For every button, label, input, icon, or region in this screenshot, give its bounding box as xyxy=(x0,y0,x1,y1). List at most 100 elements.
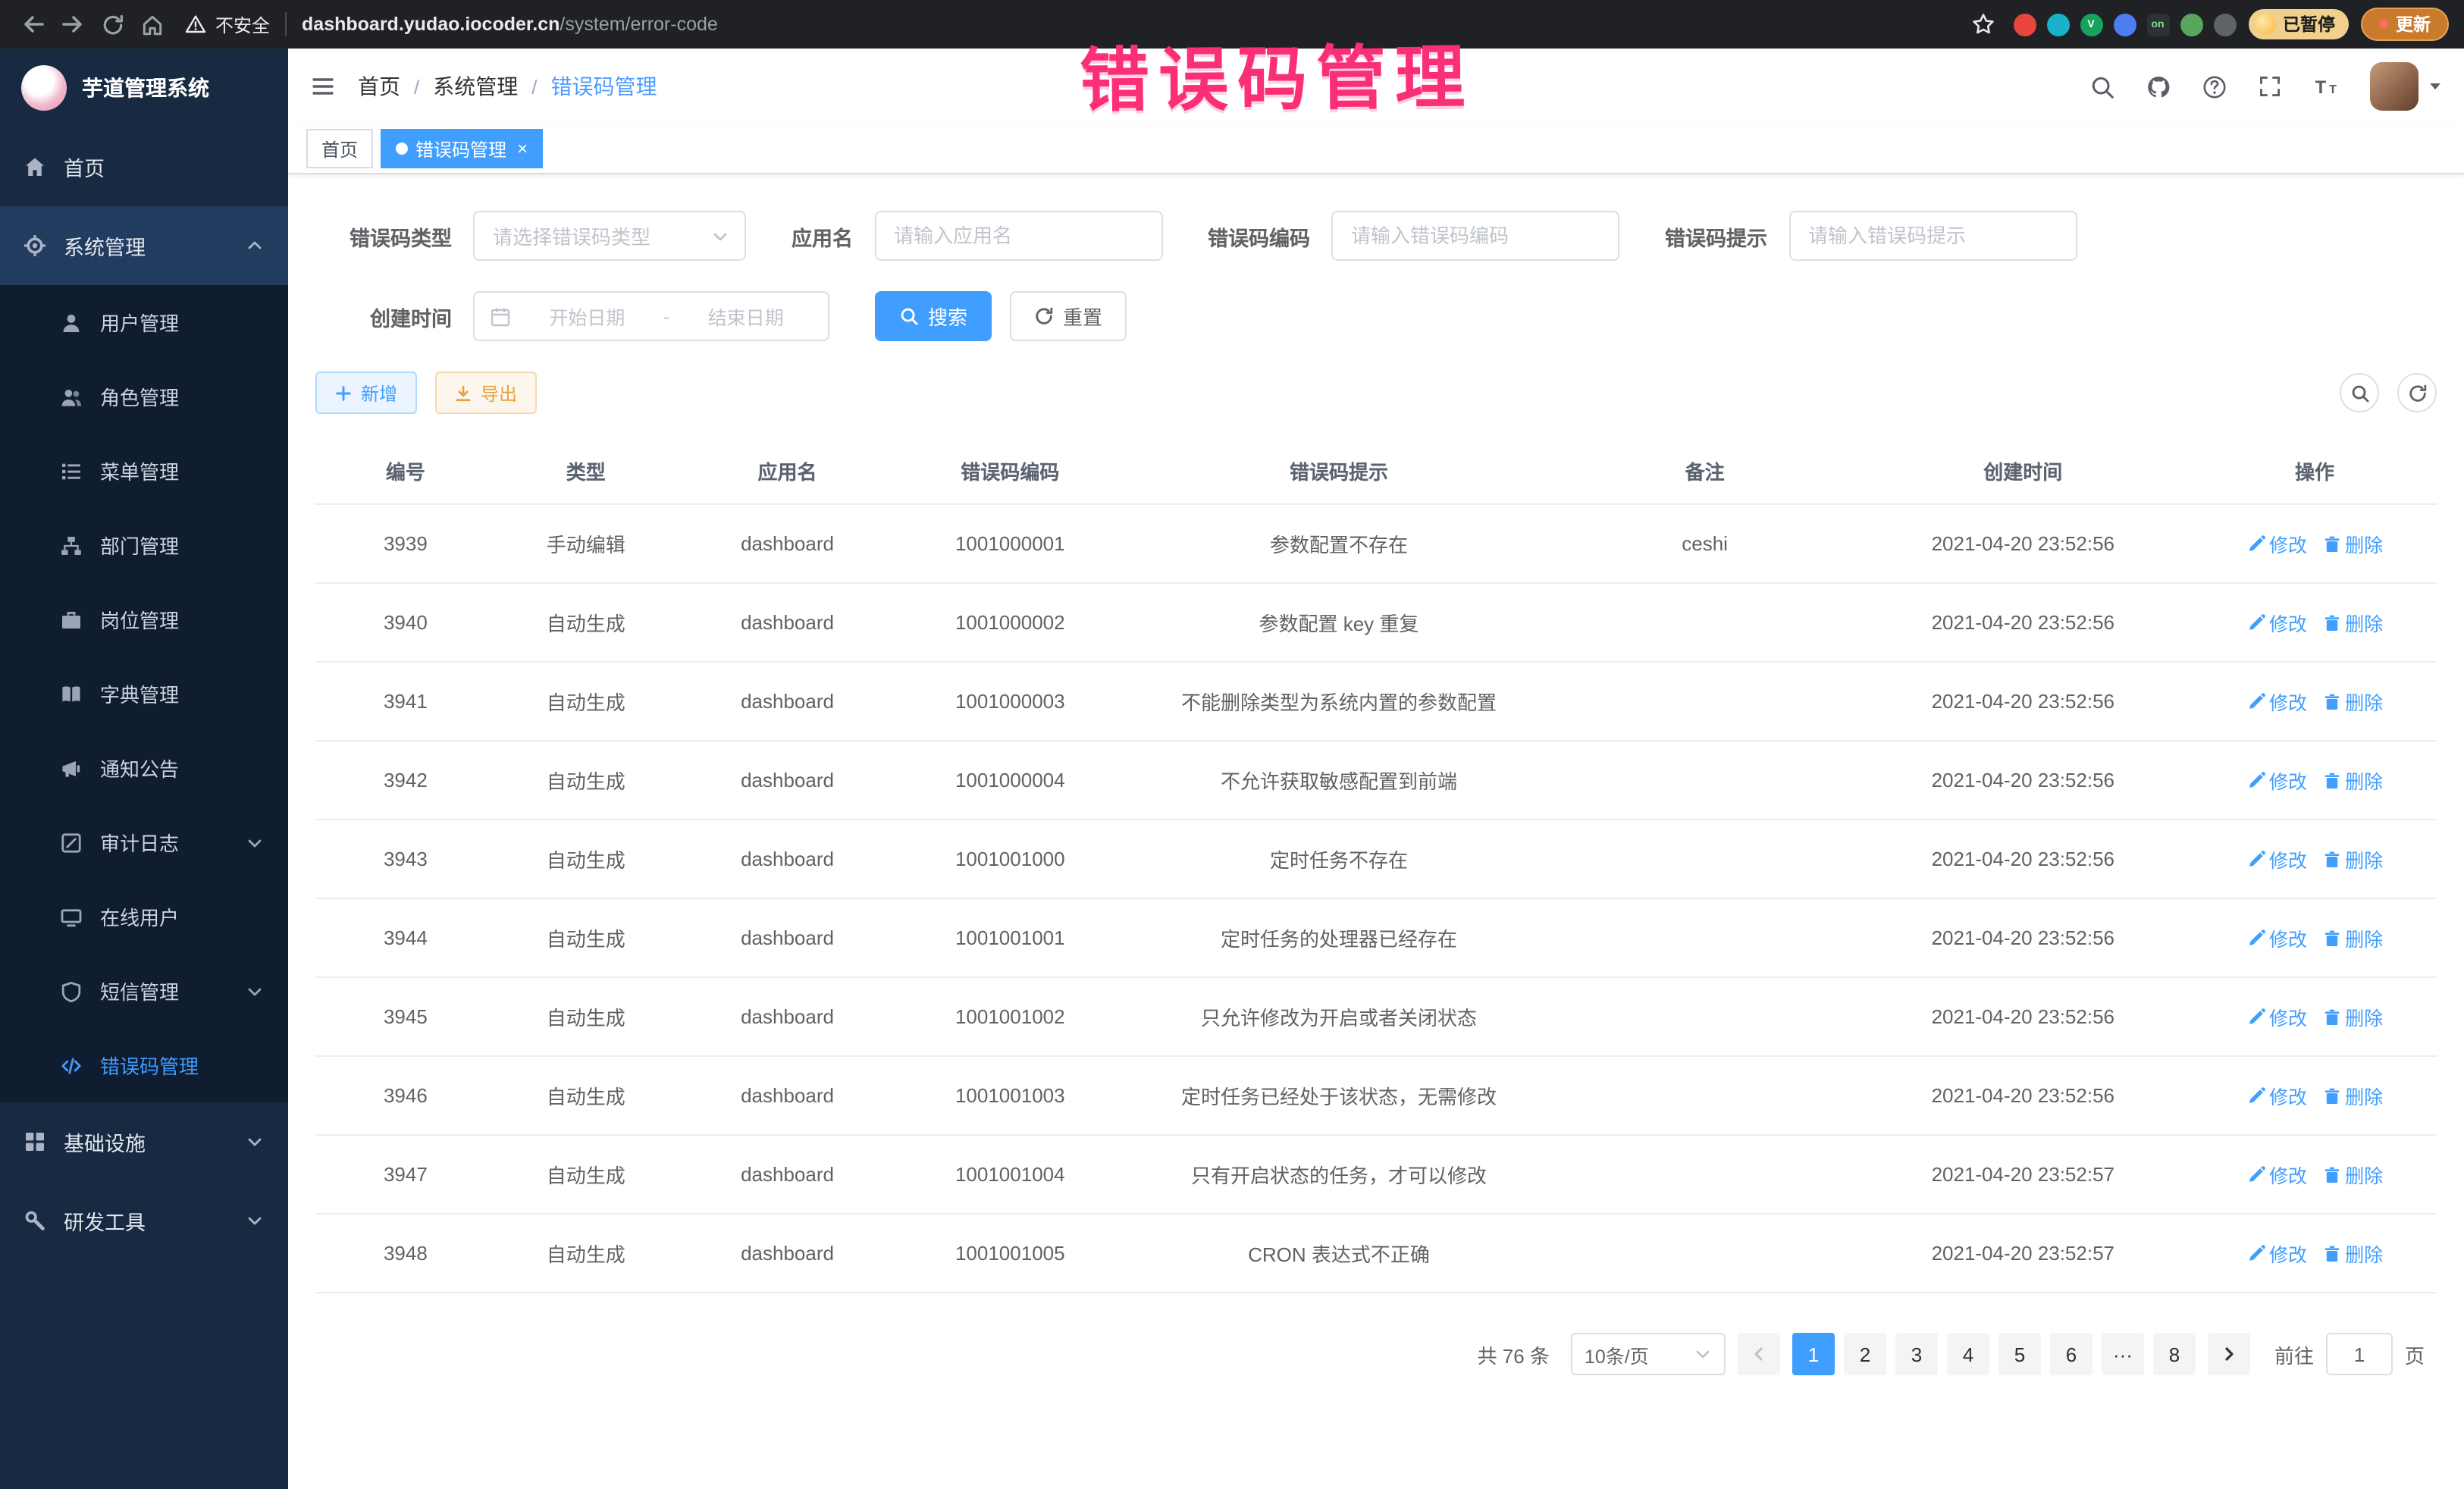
edit-link[interactable]: 修改 xyxy=(2246,1160,2307,1189)
security-indicator[interactable]: 不安全 xyxy=(185,11,270,37)
sidebar-item-home[interactable]: 首页 xyxy=(0,127,288,206)
edit-link[interactable]: 修改 xyxy=(2246,687,2307,716)
edit-link[interactable]: 修改 xyxy=(2246,1239,2307,1268)
ext-teal-icon[interactable] xyxy=(2046,13,2069,36)
page-button-4[interactable]: 4 xyxy=(1947,1333,1989,1375)
sidebar-item-label: 基础设施 xyxy=(64,1127,146,1157)
page-buttons: 123456···8 xyxy=(1792,1333,2196,1375)
svg-text:T: T xyxy=(2329,83,2337,96)
delete-link[interactable]: 删除 xyxy=(2322,1081,2383,1110)
show-search-button[interactable] xyxy=(2340,373,2379,412)
hamburger-icon[interactable] xyxy=(309,73,337,100)
edit-link[interactable]: 修改 xyxy=(2246,1002,2307,1031)
ext-puzzle-icon[interactable] xyxy=(2213,13,2236,36)
sidebar-item-dept[interactable]: 部门管理 xyxy=(0,508,288,582)
date-range-picker[interactable]: 开始日期 - 结束日期 xyxy=(473,291,829,341)
font-size-icon[interactable]: TT xyxy=(2312,73,2340,100)
user-avatar[interactable] xyxy=(2370,62,2443,111)
breadcrumb-item-1[interactable]: 系统管理 xyxy=(433,71,518,102)
tab-close-icon[interactable]: × xyxy=(517,138,528,159)
refresh-table-button[interactable] xyxy=(2397,373,2437,412)
browser-home-button[interactable] xyxy=(133,6,170,42)
reset-button[interactable]: 重置 xyxy=(1010,291,1127,341)
page-button-8[interactable]: 8 xyxy=(2153,1333,2196,1375)
page-button-3[interactable]: 3 xyxy=(1895,1333,1938,1375)
sidebar-item-online-user[interactable]: 在线用户 xyxy=(0,879,288,954)
error-type-select[interactable]: 请选择错误码类型 xyxy=(473,211,746,261)
goto-page-input[interactable] xyxy=(2326,1333,2393,1375)
browser-forward-button[interactable] xyxy=(55,6,91,42)
delete-link[interactable]: 删除 xyxy=(2322,766,2383,795)
sidebar-item-system[interactable]: 系统管理 xyxy=(0,206,288,285)
delete-link[interactable]: 删除 xyxy=(2322,608,2383,637)
export-button[interactable]: 导出 xyxy=(435,371,537,414)
breadcrumb-item-0[interactable]: 首页 xyxy=(358,71,400,102)
edit-label: 修改 xyxy=(2269,923,2307,952)
sidebar-item-menu[interactable]: 菜单管理 xyxy=(0,434,288,508)
edit-link[interactable]: 修改 xyxy=(2246,529,2307,558)
edit-icon xyxy=(2246,771,2265,789)
sidebar-item-notice[interactable]: 通知公告 xyxy=(0,731,288,805)
github-icon[interactable] xyxy=(2146,74,2171,99)
ext-red-icon[interactable] xyxy=(2013,13,2036,36)
delete-link[interactable]: 删除 xyxy=(2322,687,2383,716)
home-icon xyxy=(24,156,45,177)
delete-link[interactable]: 删除 xyxy=(2322,1002,2383,1031)
address-bar[interactable]: dashboard.yudao.iocoder.cn/system/error-… xyxy=(302,14,718,35)
chevron-down-icon xyxy=(246,982,264,1000)
edit-link[interactable]: 修改 xyxy=(2246,608,2307,637)
prev-page-button[interactable] xyxy=(1738,1333,1780,1375)
delete-link[interactable]: 删除 xyxy=(2322,529,2383,558)
page-size-select[interactable]: 10条/页 xyxy=(1571,1333,1726,1375)
tab-error-code[interactable]: 错误码管理× xyxy=(381,129,543,168)
add-button[interactable]: 新增 xyxy=(315,371,417,414)
delete-link[interactable]: 删除 xyxy=(2322,1160,2383,1189)
delete-link[interactable]: 删除 xyxy=(2322,1239,2383,1268)
sidebar-item-sms[interactable]: 短信管理 xyxy=(0,954,288,1028)
bookmark-star-icon[interactable] xyxy=(1964,6,2001,42)
sidebar-item-error-code[interactable]: 错误码管理 xyxy=(0,1028,288,1102)
search-button[interactable]: 搜索 xyxy=(875,291,992,341)
help-icon[interactable] xyxy=(2202,74,2227,99)
page-button-5[interactable]: 5 xyxy=(1998,1333,2041,1375)
delete-link[interactable]: 删除 xyxy=(2322,845,2383,873)
profile-chip[interactable]: 已暂停 xyxy=(2248,9,2349,39)
sidebar-item-role[interactable]: 角色管理 xyxy=(0,359,288,434)
table-row: 3942自动生成dashboard1001000004不允许获取敏感配置到前端2… xyxy=(315,741,2437,820)
sidebar-item-audit-log[interactable]: 审计日志 xyxy=(0,805,288,879)
edit-link[interactable]: 修改 xyxy=(2246,766,2307,795)
sidebar-item-label: 通知公告 xyxy=(100,754,179,782)
sidebar-item-post[interactable]: 岗位管理 xyxy=(0,582,288,657)
delete-link[interactable]: 删除 xyxy=(2322,923,2383,952)
error-code-input[interactable] xyxy=(1331,211,1619,261)
page-button-6[interactable]: 6 xyxy=(2050,1333,2093,1375)
browser-update-button[interactable]: 更新 xyxy=(2361,8,2449,41)
error-hint-input[interactable] xyxy=(1788,211,2077,261)
tab-home[interactable]: 首页 xyxy=(306,129,373,168)
fullscreen-icon[interactable] xyxy=(2258,74,2282,99)
edit-icon xyxy=(2246,1165,2265,1183)
ext-dark-on-icon[interactable]: on xyxy=(2146,13,2169,36)
sidebar-item-infra[interactable]: 基础设施 xyxy=(0,1102,288,1181)
app-logo[interactable]: 芋道管理系统 xyxy=(0,49,288,127)
ext-leaf-icon[interactable] xyxy=(2180,13,2202,36)
sidebar-item-dict[interactable]: 字典管理 xyxy=(0,657,288,731)
sidebar-item-user[interactable]: 用户管理 xyxy=(0,285,288,359)
page-button-2[interactable]: 2 xyxy=(1844,1333,1886,1375)
table-row: 3939手动编辑dashboard1001000001参数配置不存在ceshi2… xyxy=(315,504,2437,583)
next-page-button[interactable] xyxy=(2208,1333,2250,1375)
browser-reload-button[interactable] xyxy=(94,6,130,42)
page-button-1[interactable]: 1 xyxy=(1792,1333,1835,1375)
search-icon[interactable] xyxy=(2089,74,2115,99)
ext-green-badge-icon[interactable]: V xyxy=(2080,13,2102,36)
sidebar-item-devtools[interactable]: 研发工具 xyxy=(0,1181,288,1260)
browser-back-button[interactable] xyxy=(15,6,52,42)
page-ellipsis[interactable]: ··· xyxy=(2102,1333,2144,1375)
edit-link[interactable]: 修改 xyxy=(2246,845,2307,873)
edit-link[interactable]: 修改 xyxy=(2246,1081,2307,1110)
edit-link[interactable]: 修改 xyxy=(2246,923,2307,952)
error-code-table: 编号类型应用名错误码编码错误码提示备注创建时间操作 3939手动编辑dashbo… xyxy=(315,438,2437,1293)
ext-blue-icon[interactable] xyxy=(2113,13,2136,36)
app-name-input[interactable] xyxy=(874,211,1162,261)
edit-label: 修改 xyxy=(2269,845,2307,873)
